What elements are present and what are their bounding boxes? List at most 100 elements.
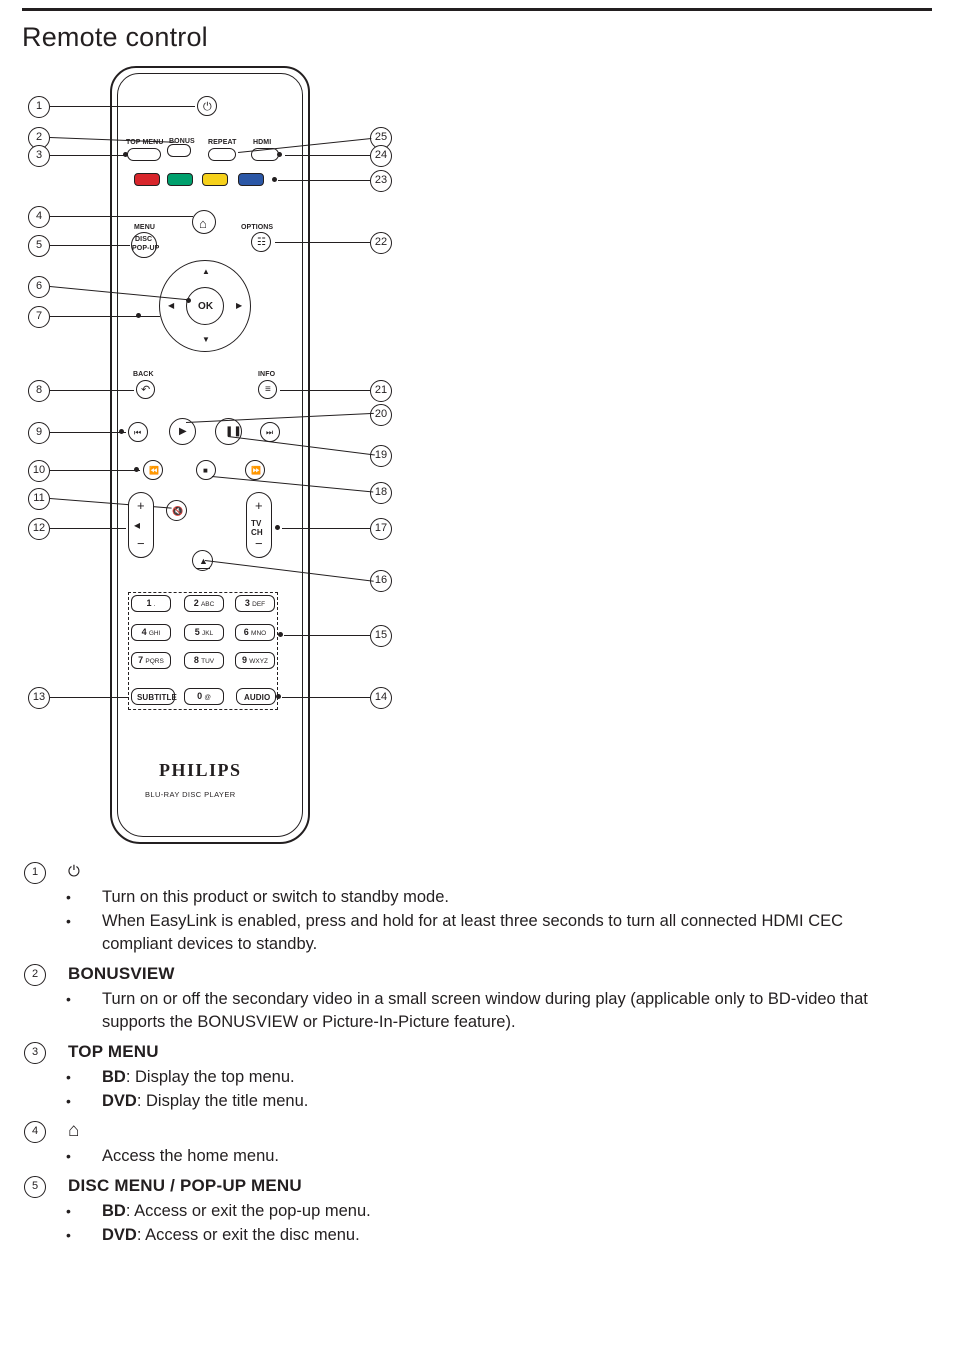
description-bullets-1: • Turn on this product or switch to stand… [0,886,954,956]
leader-24-dot [277,152,282,157]
next-icon: ⏭ [266,428,274,437]
bullet-rest: : Display the top menu. [125,1068,295,1086]
description-head-4: 4 ⌂ [0,1121,954,1143]
popup-label: POP-UP [132,245,160,252]
volume-plus-label: + [137,498,145,513]
bullet-point: • [66,1203,71,1219]
eject-underline [196,568,210,569]
callout-descriptions: 1 ⏻ • Turn on this product or switch to s… [0,862,954,1249]
color-button-red [134,173,160,186]
key-0-letters: @ [204,694,211,701]
bullet: • BD: Access or exit the pop-up menu. [0,1200,954,1223]
leader-8 [50,390,134,391]
eject-icon: ▲ [199,556,208,566]
key-2-digit: 2 [193,598,199,608]
description-number-1: 1 [24,862,46,884]
options-icon: ☷ [257,237,266,248]
color-button-yellow [202,173,228,186]
bullet: • DVD: Display the title menu. [0,1090,954,1113]
bullet-text: Turn on or off the secondary video in a … [102,990,868,1031]
nav-down-icon: ▼ [202,335,210,344]
brand-logo: PHILIPS [159,760,242,780]
leader-3-dot [123,152,128,157]
key-8: 8 TUV [184,652,224,669]
info-button: ≡ [258,380,277,399]
key-4-digit: 4 [141,627,147,637]
callout-17: 17 [370,518,392,540]
subtitle-label: SUBTITLE [137,693,177,702]
back-arrow-icon: ↶ [141,384,151,396]
bullet: • Turn on this product or switch to stand… [0,886,954,909]
description-title-3: TOP MENU [68,1042,159,1061]
bullet-lead: DVD [102,1092,137,1110]
bullet-rest: : Access or exit the disc menu. [136,1226,360,1244]
leader-3 [50,155,126,156]
tv-ch-plus-label: + [255,498,263,513]
callout-10: 10 [28,460,50,482]
repeat-button [208,148,236,161]
bullet-point: • [66,1148,71,1164]
bullet-text: Turn on this product or switch to standb… [102,888,449,906]
key-6: 6 MNO [235,624,275,641]
ok-label: OK [198,301,214,312]
key-7-letters: PQRS [145,658,164,665]
description-head-2: 2 BONUSVIEW [0,964,954,986]
bonusview-button [167,144,191,157]
key-2: 2 ABC [184,595,224,612]
bullet-point: • [66,1093,71,1109]
callout-19: 19 [370,445,392,467]
description-head-1: 1 ⏻ [0,862,954,884]
volume-minus-label: − [137,536,145,551]
leader-9 [50,432,126,433]
leader-1 [50,106,195,107]
back-button: ↶ [136,380,155,399]
remote-inner-outline [117,73,303,837]
key-4-letters: GHI [148,630,161,637]
options-label: OPTIONS [241,224,274,231]
description-item-5: 5 DISC MENU / POP-UP MENU • BD: Access or… [0,1176,954,1247]
leader-24 [285,155,370,156]
top-menu-button [127,148,161,161]
key-3-letters: DEF [252,601,266,608]
play-icon: ▶ [179,426,187,437]
volume-icon: ◂ [134,518,141,532]
fast-forward-button: ⏩ [245,460,265,480]
leader-13 [50,697,128,698]
leader-6-dot [186,298,191,303]
description-item-1: 1 ⏻ • Turn on this product or switch to s… [0,862,954,956]
description-bullets-5: • BD: Access or exit the pop-up menu. • DV… [0,1200,954,1247]
leader-12 [50,528,126,529]
leader-4 [50,216,193,217]
color-button-green [167,173,193,186]
callout-8: 8 [28,380,50,402]
key-9: 9 WXYZ [235,652,275,669]
callout-9: 9 [28,422,50,444]
mute-icon: 🔇 [172,506,184,516]
callout-1: 1 [28,96,50,118]
key-9-letters: WXYZ [249,658,269,665]
bullet-text: DVD: Access or exit the disc menu. [102,1224,360,1247]
brand-subtitle: BLU-RAY DISC PLAYER [145,790,236,799]
rewind-icon: ⏪ [149,466,159,475]
leader-10 [50,470,140,471]
leader-23-dot [272,177,277,182]
description-title-4: ⌂ [68,1120,80,1141]
nav-right-icon: ▶ [236,301,243,310]
callout-6: 6 [28,276,50,298]
callout-20: 20 [370,404,392,426]
key-0: 0 @ [184,688,224,705]
key-7-digit: 7 [138,655,144,665]
key-3: 3 DEF [235,595,275,612]
leader-5 [50,245,130,246]
disc-label: DISC [135,236,153,243]
callout-13: 13 [28,687,50,709]
leader-15-dot [278,632,283,637]
bullet-text: BD: Access or exit the pop-up menu. [102,1200,371,1223]
callout-7: 7 [28,306,50,328]
info-icon: ≡ [265,384,271,395]
leader-17-dot [275,525,280,530]
callout-3: 3 [28,145,50,167]
key-8-digit: 8 [193,655,199,665]
fast-forward-icon: ⏩ [251,466,261,475]
leader-15 [284,635,370,636]
